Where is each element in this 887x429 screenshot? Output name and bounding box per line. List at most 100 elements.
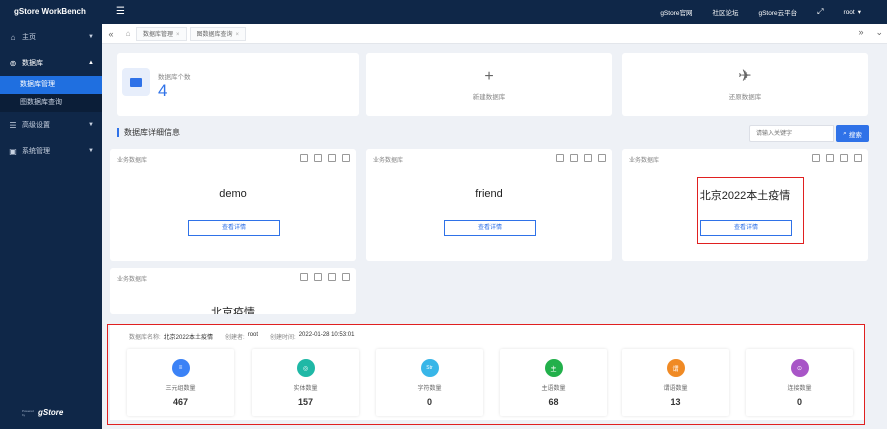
- db-name: friend: [475, 188, 503, 200]
- tab-label: 图数据库查询: [196, 31, 233, 38]
- metric-label: 连接数量: [787, 386, 812, 392]
- export-icon[interactable]: [314, 273, 322, 281]
- search-input[interactable]: [749, 125, 834, 142]
- restore-db-card[interactable]: ✈ 还原数据库: [622, 53, 868, 116]
- close-icon[interactable]: ×: [176, 32, 180, 38]
- close-icon[interactable]: ×: [236, 32, 240, 38]
- plus-icon: +: [484, 68, 494, 85]
- section-title: 数据库详细信息: [117, 128, 180, 137]
- metric-entities: ◎ 实体数量 157: [252, 349, 359, 416]
- db-card-demo: 业务数据库 demo 查看详情: [110, 149, 356, 261]
- entities-icon: ◎: [296, 359, 315, 377]
- link-gstore-cloud[interactable]: gStore云平台: [758, 7, 797, 17]
- detail-meta: 数据库名称: 北京2022本土疫情 创建者: root 创建时间: 2022-01-2…: [129, 332, 366, 341]
- search-icon: ⌕: [843, 129, 847, 137]
- delete-icon[interactable]: [342, 154, 350, 162]
- db-card-beijing-epidemic: 业务数据库 北京疫情: [110, 268, 356, 314]
- export-icon[interactable]: [314, 154, 322, 162]
- metric-value: 467: [172, 397, 189, 407]
- metric-label: 字符数量: [417, 386, 442, 392]
- database-icon: ⊚: [9, 58, 17, 68]
- edit-icon[interactable]: [328, 154, 336, 162]
- db-type-label: 业务数据库: [373, 158, 404, 164]
- fullscreen-icon[interactable]: ⤢: [817, 7, 823, 17]
- menu-toggle-icon[interactable]: ☰: [116, 6, 125, 17]
- db-toolbar: [294, 273, 350, 281]
- home-tab-icon[interactable]: ⌂: [120, 29, 136, 38]
- sidebar-subitem-db-management[interactable]: 数据库管理: [0, 76, 102, 94]
- connection-icon: ⊙: [790, 359, 809, 377]
- search-button-label: 搜索: [848, 131, 862, 139]
- logo-text: gStore: [38, 408, 64, 417]
- view-details-button[interactable]: 查看详情: [188, 220, 280, 236]
- chevron-up-icon: ▲: [88, 60, 94, 66]
- creator-label: 创建者:: [225, 335, 245, 341]
- sidebar: gStore WorkBench ⌂ 主页 ▼ ⊚ 数据库 ▲ 数据库管理 图数…: [0, 0, 102, 429]
- tab-db-management[interactable]: 数据库管理 ×: [136, 26, 187, 41]
- delete-icon[interactable]: [598, 154, 606, 162]
- create-time-label: 创建时间:: [270, 335, 296, 341]
- search-button[interactable]: ⌕ 搜索: [836, 125, 869, 142]
- edit-icon[interactable]: [840, 154, 848, 162]
- string-icon: Str: [420, 359, 439, 377]
- backup-icon[interactable]: [812, 154, 820, 162]
- metric-connections: ⊙ 连接数量 0: [746, 349, 853, 416]
- db-toolbar: [550, 154, 606, 162]
- edit-icon[interactable]: [584, 154, 592, 162]
- backup-icon[interactable]: [556, 154, 564, 162]
- db-toolbar: [294, 154, 350, 162]
- creator-value: root: [247, 332, 259, 338]
- chevron-down-icon: ▼: [88, 34, 94, 40]
- delete-icon[interactable]: [342, 273, 350, 281]
- settings-icon: ☰: [9, 120, 17, 130]
- tab-graph-query[interactable]: 图数据库查询 ×: [189, 26, 247, 41]
- restore-db-label: 还原数据库: [728, 94, 762, 101]
- export-icon[interactable]: [826, 154, 834, 162]
- db-name: 北京疫情: [211, 307, 255, 314]
- user-menu[interactable]: root ▾: [844, 8, 861, 16]
- sidebar-item-label: 高级设置: [22, 122, 50, 129]
- new-db-card[interactable]: + 新建数据库: [366, 53, 612, 116]
- sidebar-item-database[interactable]: ⊚ 数据库 ▲: [0, 50, 102, 76]
- metric-value: 13: [670, 397, 681, 407]
- link-gstore-official[interactable]: gStore官网: [660, 7, 692, 17]
- predicate-icon: 谓: [666, 359, 685, 377]
- top-header: ☰ gStore官网 社区论坛 gStore云平台 ⤢ root ▾: [102, 0, 887, 24]
- tabs-menu-icon[interactable]: ⌄: [875, 27, 883, 38]
- db-toolbar: [806, 154, 862, 162]
- tabs-scroll-left-icon[interactable]: «: [102, 29, 120, 39]
- tab-label: 数据库管理: [143, 31, 174, 38]
- sidebar-item-home[interactable]: ⌂ 主页 ▼: [0, 24, 102, 50]
- paper-plane-icon: ✈: [738, 68, 752, 85]
- delete-icon[interactable]: [854, 154, 862, 162]
- backup-icon[interactable]: [300, 154, 308, 162]
- export-icon[interactable]: [570, 154, 578, 162]
- sidebar-item-system-management[interactable]: ▣ 系统管理 ▼: [0, 138, 102, 164]
- metric-label: 三元组数量: [165, 386, 196, 392]
- metric-literals: Str 字符数量 0: [376, 349, 483, 416]
- db-name-label: 数据库名称:: [129, 335, 161, 341]
- db-card-friend: 业务数据库 friend 查看详情: [366, 149, 612, 261]
- chevron-down-icon: ▼: [88, 148, 94, 154]
- monitor-icon: [122, 68, 150, 96]
- db-detail-panel: 数据库名称: 北京2022本土疫情 创建者: root 创建时间: 2022-01-2…: [110, 325, 865, 420]
- metric-label: 实体数量: [293, 386, 318, 392]
- sidebar-item-advanced-settings[interactable]: ☰ 高级设置 ▼: [0, 112, 102, 138]
- view-details-button[interactable]: 查看详情: [444, 220, 536, 236]
- backup-icon[interactable]: [300, 273, 308, 281]
- tabs-bar: « ⌂ 数据库管理 × 图数据库查询 × » ⌄: [102, 24, 887, 44]
- sidebar-item-label: 系统管理: [22, 148, 50, 155]
- new-db-label: 新建数据库: [472, 94, 506, 101]
- metric-value: 0: [796, 397, 802, 407]
- chevron-down-icon: ▾: [857, 9, 861, 16]
- sidebar-subitem-graph-query[interactable]: 图数据库查询: [0, 94, 102, 112]
- edit-icon[interactable]: [328, 273, 336, 281]
- metric-predicates: 谓 谓语数量 13: [622, 349, 729, 416]
- db-type-label: 业务数据库: [117, 158, 148, 164]
- view-details-button[interactable]: 查看详情: [700, 220, 792, 236]
- db-card-beijing-2022: 业务数据库 北京2022本土疫情 查看详情: [622, 149, 868, 261]
- link-community-forum[interactable]: 社区论坛: [712, 7, 738, 17]
- user-name: root: [843, 9, 855, 16]
- metric-label: 谓语数量: [663, 386, 688, 392]
- tabs-scroll-right-icon[interactable]: »: [858, 27, 863, 38]
